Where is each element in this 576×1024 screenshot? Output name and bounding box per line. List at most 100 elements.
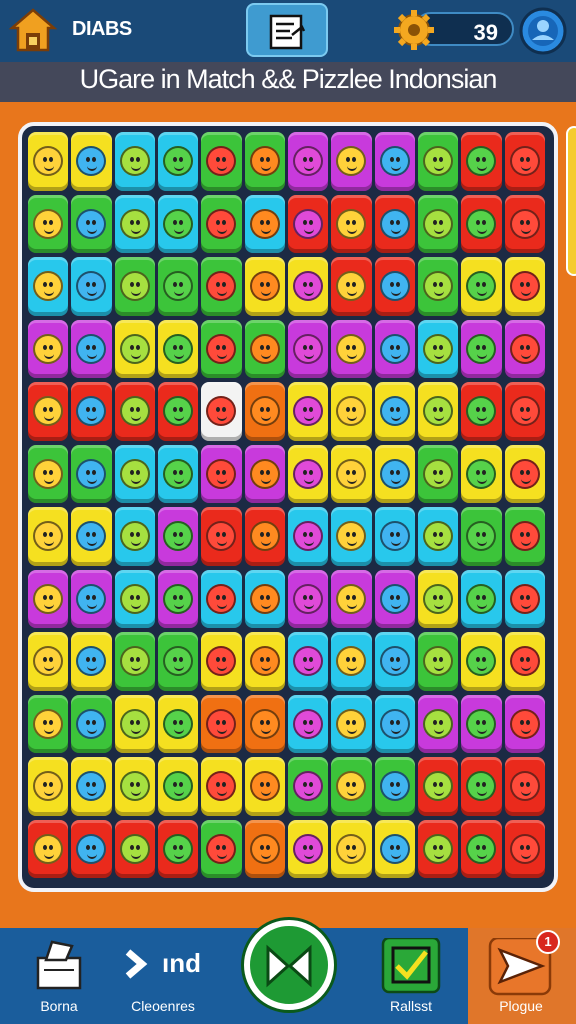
board-tile[interactable] xyxy=(244,632,285,691)
board-tile[interactable] xyxy=(71,257,112,316)
board-tile[interactable] xyxy=(28,569,69,628)
board-tile[interactable] xyxy=(418,382,459,441)
board-tile[interactable] xyxy=(418,132,459,191)
board-tile[interactable] xyxy=(461,757,502,816)
board-tile[interactable] xyxy=(71,319,112,378)
board-tile[interactable] xyxy=(158,257,199,316)
board-tile[interactable] xyxy=(374,757,415,816)
board-tile[interactable] xyxy=(418,569,459,628)
board-tile[interactable] xyxy=(114,819,155,878)
board-tile[interactable] xyxy=(288,257,329,316)
board-tile[interactable] xyxy=(114,444,155,503)
board-tile[interactable] xyxy=(244,694,285,753)
board-tile[interactable] xyxy=(201,507,242,566)
board-tile[interactable] xyxy=(28,194,69,253)
board-tile[interactable] xyxy=(201,694,242,753)
board-tile[interactable] xyxy=(114,257,155,316)
board-tile[interactable] xyxy=(71,507,112,566)
board-tile[interactable] xyxy=(504,819,545,878)
board-tile[interactable] xyxy=(28,444,69,503)
board-tile[interactable] xyxy=(201,444,242,503)
board-tile[interactable] xyxy=(71,819,112,878)
board-tile[interactable] xyxy=(418,819,459,878)
board-tile[interactable] xyxy=(374,132,415,191)
board-tile[interactable] xyxy=(418,632,459,691)
board-tile[interactable] xyxy=(374,569,415,628)
board-tile[interactable] xyxy=(158,507,199,566)
board-tile[interactable] xyxy=(158,757,199,816)
board-tile[interactable] xyxy=(71,194,112,253)
board-tile[interactable] xyxy=(28,507,69,566)
board-tile[interactable] xyxy=(201,319,242,378)
board-tile[interactable] xyxy=(331,507,372,566)
board-tile[interactable] xyxy=(374,819,415,878)
board-tile[interactable] xyxy=(201,632,242,691)
board-tile[interactable] xyxy=(288,632,329,691)
board-tile[interactable] xyxy=(201,194,242,253)
board-tile[interactable] xyxy=(28,819,69,878)
board-tile[interactable] xyxy=(418,507,459,566)
board-tile[interactable] xyxy=(461,382,502,441)
board-tile[interactable] xyxy=(374,257,415,316)
board-tile[interactable] xyxy=(461,194,502,253)
board-tile[interactable] xyxy=(331,382,372,441)
board-tile[interactable] xyxy=(461,257,502,316)
board-tile[interactable] xyxy=(418,757,459,816)
board-tile[interactable] xyxy=(71,569,112,628)
board-tile[interactable] xyxy=(504,382,545,441)
board-tile[interactable] xyxy=(461,444,502,503)
board-tile[interactable] xyxy=(71,694,112,753)
board-tile[interactable] xyxy=(461,819,502,878)
board-tile[interactable] xyxy=(331,819,372,878)
board-tile[interactable] xyxy=(244,194,285,253)
board-tile[interactable] xyxy=(158,444,199,503)
nav-rallsst[interactable]: Rallsst xyxy=(356,936,466,1020)
board-tile[interactable] xyxy=(331,569,372,628)
board-tile[interactable] xyxy=(374,382,415,441)
board-tile[interactable] xyxy=(504,694,545,753)
board-tile[interactable] xyxy=(244,819,285,878)
board-tile[interactable] xyxy=(244,507,285,566)
board-tile[interactable] xyxy=(244,569,285,628)
board-tile[interactable] xyxy=(288,757,329,816)
board-tile[interactable] xyxy=(374,194,415,253)
board-tile[interactable] xyxy=(288,694,329,753)
board-tile[interactable] xyxy=(28,132,69,191)
board-tile[interactable] xyxy=(288,569,329,628)
board-tile[interactable] xyxy=(114,132,155,191)
board-tile[interactable] xyxy=(461,132,502,191)
nav-plogue[interactable]: Plogue xyxy=(466,936,576,1020)
nav-cleoenres[interactable]: ınd Cleoenres xyxy=(108,938,218,1020)
board-tile[interactable] xyxy=(504,444,545,503)
board-tile[interactable] xyxy=(158,382,199,441)
board-tile[interactable] xyxy=(114,194,155,253)
center-menu-button[interactable] xyxy=(246,3,328,57)
board-tile[interactable] xyxy=(114,694,155,753)
profile-avatar-icon[interactable] xyxy=(518,6,568,56)
board-tile[interactable] xyxy=(288,319,329,378)
board-tile[interactable] xyxy=(331,132,372,191)
board-tile[interactable] xyxy=(28,382,69,441)
board-tile[interactable] xyxy=(504,257,545,316)
board-tile[interactable] xyxy=(331,257,372,316)
board-tile[interactable] xyxy=(201,132,242,191)
board-tile[interactable] xyxy=(288,819,329,878)
board-tile[interactable] xyxy=(331,194,372,253)
board-tile[interactable] xyxy=(71,444,112,503)
board-tile[interactable] xyxy=(158,819,199,878)
board-tile[interactable] xyxy=(71,632,112,691)
coin-counter[interactable]: 39 xyxy=(392,8,516,52)
board-tile[interactable] xyxy=(461,319,502,378)
board-tile[interactable] xyxy=(418,319,459,378)
board-tile[interactable] xyxy=(114,319,155,378)
board-tile[interactable] xyxy=(244,382,285,441)
board-tile[interactable] xyxy=(201,569,242,628)
board-tile[interactable] xyxy=(244,132,285,191)
board-tile[interactable] xyxy=(504,194,545,253)
board-tile[interactable] xyxy=(158,319,199,378)
board-tile[interactable] xyxy=(158,694,199,753)
board-tile[interactable] xyxy=(461,632,502,691)
board-tile[interactable] xyxy=(201,382,242,441)
board-tile[interactable] xyxy=(331,319,372,378)
board-tile[interactable] xyxy=(201,819,242,878)
